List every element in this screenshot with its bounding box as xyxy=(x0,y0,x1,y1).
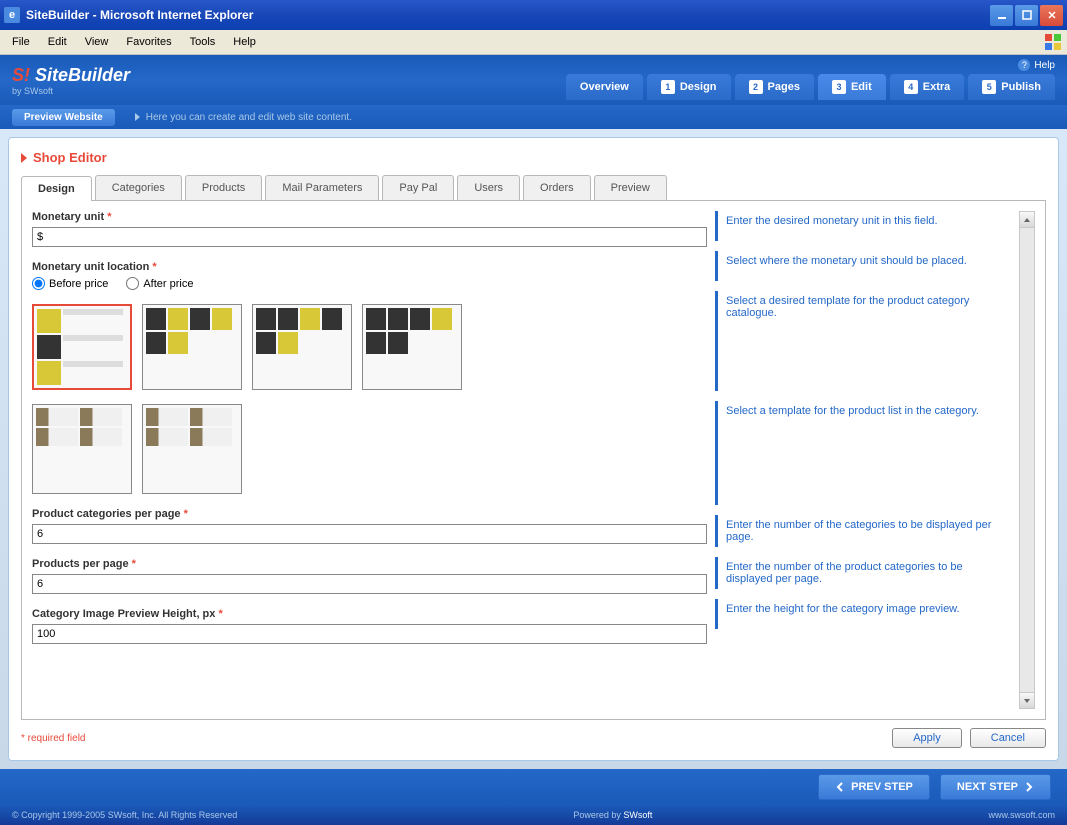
monetary-location-label: Monetary unit location * xyxy=(32,261,707,273)
nav-tab-design[interactable]: 1Design xyxy=(647,74,731,100)
scroll-down-button[interactable] xyxy=(1020,692,1034,708)
menu-help[interactable]: Help xyxy=(225,33,264,51)
required-field-note: * required field xyxy=(21,733,85,744)
window-title: SiteBuilder - Microsoft Internet Explore… xyxy=(26,8,253,22)
minimize-button[interactable] xyxy=(990,5,1013,26)
menu-file[interactable]: File xyxy=(4,33,38,51)
category-template-4[interactable] xyxy=(362,304,462,390)
menu-edit[interactable]: Edit xyxy=(40,33,75,51)
nav-tab-overview[interactable]: Overview xyxy=(566,74,643,100)
tab-preview[interactable]: Preview xyxy=(594,175,667,200)
footer-link[interactable]: www.swsoft.com xyxy=(988,810,1055,820)
nav-tab-extra[interactable]: 4Extra xyxy=(890,74,965,100)
categories-per-page-input[interactable] xyxy=(32,524,707,544)
sub-header: Preview Website Here you can create and … xyxy=(0,105,1067,129)
page-title: Shop Editor xyxy=(33,150,107,165)
logo: S! SiteBuilder by SWsoft xyxy=(12,65,130,96)
prev-step-button[interactable]: PREV STEP xyxy=(818,774,930,800)
breadcrumb: Shop Editor xyxy=(21,150,1046,165)
help-products-per-page: Enter the number of the product categori… xyxy=(726,561,1009,585)
page-description: Here you can create and edit web site co… xyxy=(135,112,352,123)
after-price-radio[interactable]: After price xyxy=(126,277,193,290)
tab-design[interactable]: Design xyxy=(21,176,92,201)
windows-logo-icon xyxy=(1043,32,1063,52)
tab-orders[interactable]: Orders xyxy=(523,175,591,200)
menu-tools[interactable]: Tools xyxy=(182,33,224,51)
apply-button[interactable]: Apply xyxy=(892,728,962,748)
tab-products[interactable]: Products xyxy=(185,175,262,200)
ie-icon xyxy=(4,7,20,23)
help-image-height: Enter the height for the category image … xyxy=(726,603,1009,615)
copyright: © Copyright 1999-2005 SWsoft, Inc. All R… xyxy=(12,810,237,820)
footer: © Copyright 1999-2005 SWsoft, Inc. All R… xyxy=(0,805,1067,825)
preview-website-button[interactable]: Preview Website xyxy=(12,109,115,126)
help-templates-list: Select a template for the product list i… xyxy=(726,405,1009,417)
image-height-input[interactable] xyxy=(32,624,707,644)
chevron-left-icon xyxy=(835,782,845,792)
help-categories-per-page: Enter the number of the categories to be… xyxy=(726,519,1009,543)
app-header: S! SiteBuilder by SWsoft ? Help Overview… xyxy=(0,55,1067,105)
window-titlebar: SiteBuilder - Microsoft Internet Explore… xyxy=(0,0,1067,30)
help-link[interactable]: ? Help xyxy=(1018,59,1055,71)
cancel-button[interactable]: Cancel xyxy=(970,728,1046,748)
nav-tab-edit[interactable]: 3Edit xyxy=(818,74,886,100)
category-template-1[interactable] xyxy=(32,304,132,390)
products-per-page-label: Products per page * xyxy=(32,558,707,570)
monetary-unit-input[interactable] xyxy=(32,227,707,247)
maximize-button[interactable] xyxy=(1015,5,1038,26)
help-templates-category: Select a desired template for the produc… xyxy=(726,295,1009,319)
help-icon: ? xyxy=(1018,59,1030,71)
products-per-page-input[interactable] xyxy=(32,574,707,594)
menu-favorites[interactable]: Favorites xyxy=(118,33,179,51)
list-template-2[interactable] xyxy=(142,404,242,494)
before-price-radio[interactable]: Before price xyxy=(32,277,108,290)
next-step-button[interactable]: NEXT STEP xyxy=(940,774,1051,800)
category-template-3[interactable] xyxy=(252,304,352,390)
menu-view[interactable]: View xyxy=(77,33,117,51)
arrow-right-icon xyxy=(135,113,140,121)
browser-menubar: FileEditViewFavoritesToolsHelp xyxy=(0,30,1067,55)
scrollbar[interactable] xyxy=(1019,211,1035,709)
help-location: Select where the monetary unit should be… xyxy=(726,255,1009,267)
tab-mail-parameters[interactable]: Mail Parameters xyxy=(265,175,379,200)
image-height-label: Category Image Preview Height, px * xyxy=(32,608,707,620)
monetary-unit-label: Monetary unit * xyxy=(32,211,707,223)
chevron-right-icon xyxy=(1024,782,1034,792)
help-monetary-unit: Enter the desired monetary unit in this … xyxy=(726,215,1009,227)
scroll-up-button[interactable] xyxy=(1020,212,1034,228)
powered-by: Powered by SWsoft xyxy=(573,810,652,820)
categories-per-page-label: Product categories per page * xyxy=(32,508,707,520)
nav-tab-pages[interactable]: 2Pages xyxy=(735,74,814,100)
list-template-1[interactable] xyxy=(32,404,132,494)
tab-categories[interactable]: Categories xyxy=(95,175,182,200)
close-button[interactable] xyxy=(1040,5,1063,26)
breadcrumb-arrow-icon xyxy=(21,153,27,163)
tab-users[interactable]: Users xyxy=(457,175,520,200)
tab-pay-pal[interactable]: Pay Pal xyxy=(382,175,454,200)
nav-tab-publish[interactable]: 5Publish xyxy=(968,74,1055,100)
category-template-2[interactable] xyxy=(142,304,242,390)
